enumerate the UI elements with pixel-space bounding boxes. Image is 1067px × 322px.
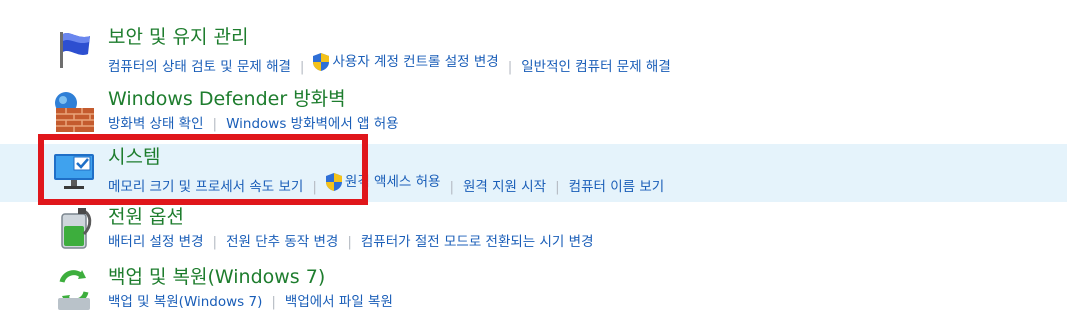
uac-shield-icon [325, 173, 342, 191]
review-status-link[interactable]: 컴퓨터의 상태 검토 및 문제 해결 [108, 58, 291, 76]
category-links: 컴퓨터의 상태 검토 및 문제 해결 | 사용자 계정 컨트롤 설정 변경 | 일반적인… [108, 53, 671, 76]
restore-files-link[interactable]: 백업에서 파일 복원 [285, 293, 393, 311]
link-separator: | [271, 294, 276, 310]
link-separator: | [449, 179, 454, 195]
link-separator: | [507, 59, 513, 75]
category-links: 백업 및 복원(Windows 7) | 백업에서 파일 복원 [108, 293, 393, 311]
category-links: 메모리 크기 및 프로세서 속도 보기 | 원격 액세스 허용 | 원격 지원 시작 | 컴… [108, 173, 664, 196]
category-title[interactable]: 전원 옵션 [108, 205, 184, 229]
category-power-options: 전원 옵션 배터리 설정 변경 | 전원 단추 동작 변경 | 컴퓨터가 절전 모드로 … [0, 204, 1067, 262]
category-title[interactable]: 보안 및 유지 관리 [108, 25, 248, 49]
uac-settings-link[interactable]: 사용자 계정 컨트롤 설정 변경 [313, 53, 499, 71]
backup-icon [58, 270, 90, 310]
link-separator: | [212, 116, 218, 132]
launch-remote-assistance-link[interactable]: 원격 지원 시작 [463, 178, 546, 196]
category-links: 배터리 설정 변경 | 전원 단추 동작 변경 | 컴퓨터가 절전 모드로 전환되는 시… [108, 233, 594, 251]
category-title[interactable]: 백업 및 복원(Windows 7) [108, 265, 325, 289]
link-separator: | [347, 234, 352, 250]
flag-icon [60, 32, 90, 68]
link-separator: | [312, 179, 317, 195]
change-power-buttons-link[interactable]: 전원 단추 동작 변경 [226, 233, 338, 251]
category-security-maintenance: 보안 및 유지 관리 컴퓨터의 상태 검토 및 문제 해결 | 사용자 계정 컨트롤… [0, 24, 1067, 82]
firewall-status-link[interactable]: 방화벽 상태 확인 [108, 115, 204, 133]
firewall-icon [55, 92, 94, 132]
change-sleep-link[interactable]: 컴퓨터가 절전 모드로 전환되는 시기 변경 [361, 233, 594, 251]
allow-remote-access-link[interactable]: 원격 액세스 허용 [325, 173, 441, 191]
link-separator: | [555, 179, 560, 195]
view-computer-name-link[interactable]: 컴퓨터 이름 보기 [569, 178, 665, 196]
change-battery-settings-link[interactable]: 배터리 설정 변경 [108, 233, 204, 251]
category-system: 시스템 메모리 크기 및 프로세서 속도 보기 | 원격 액세스 허용 | 원격 지원 … [0, 144, 1067, 202]
category-title[interactable]: 시스템 [108, 145, 160, 169]
view-ram-speed-link[interactable]: 메모리 크기 및 프로세서 속도 보기 [108, 178, 303, 196]
category-firewall: Windows Defender 방화벽 방화벽 상태 확인 | Windows 방… [0, 86, 1067, 144]
category-backup-restore: 백업 및 복원(Windows 7) 백업 및 복원(Windows 7) | 백업… [0, 264, 1067, 322]
monitor-icon [54, 154, 94, 189]
link-separator: | [212, 234, 218, 250]
uac-shield-icon [313, 53, 330, 71]
battery-icon [61, 208, 92, 249]
allow-app-link[interactable]: Windows 방화벽에서 앱 허용 [226, 115, 399, 133]
category-links: 방화벽 상태 확인 | Windows 방화벽에서 앱 허용 [108, 115, 399, 133]
uac-settings-label: 사용자 계정 컨트롤 설정 변경 [332, 54, 499, 70]
category-title[interactable]: Windows Defender 방화벽 [108, 87, 346, 111]
backup-restore-link[interactable]: 백업 및 복원(Windows 7) [108, 293, 262, 311]
troubleshoot-link[interactable]: 일반적인 컴퓨터 문제 해결 [521, 58, 671, 76]
link-separator: | [299, 59, 305, 75]
allow-remote-access-label: 원격 액세스 허용 [344, 174, 441, 190]
